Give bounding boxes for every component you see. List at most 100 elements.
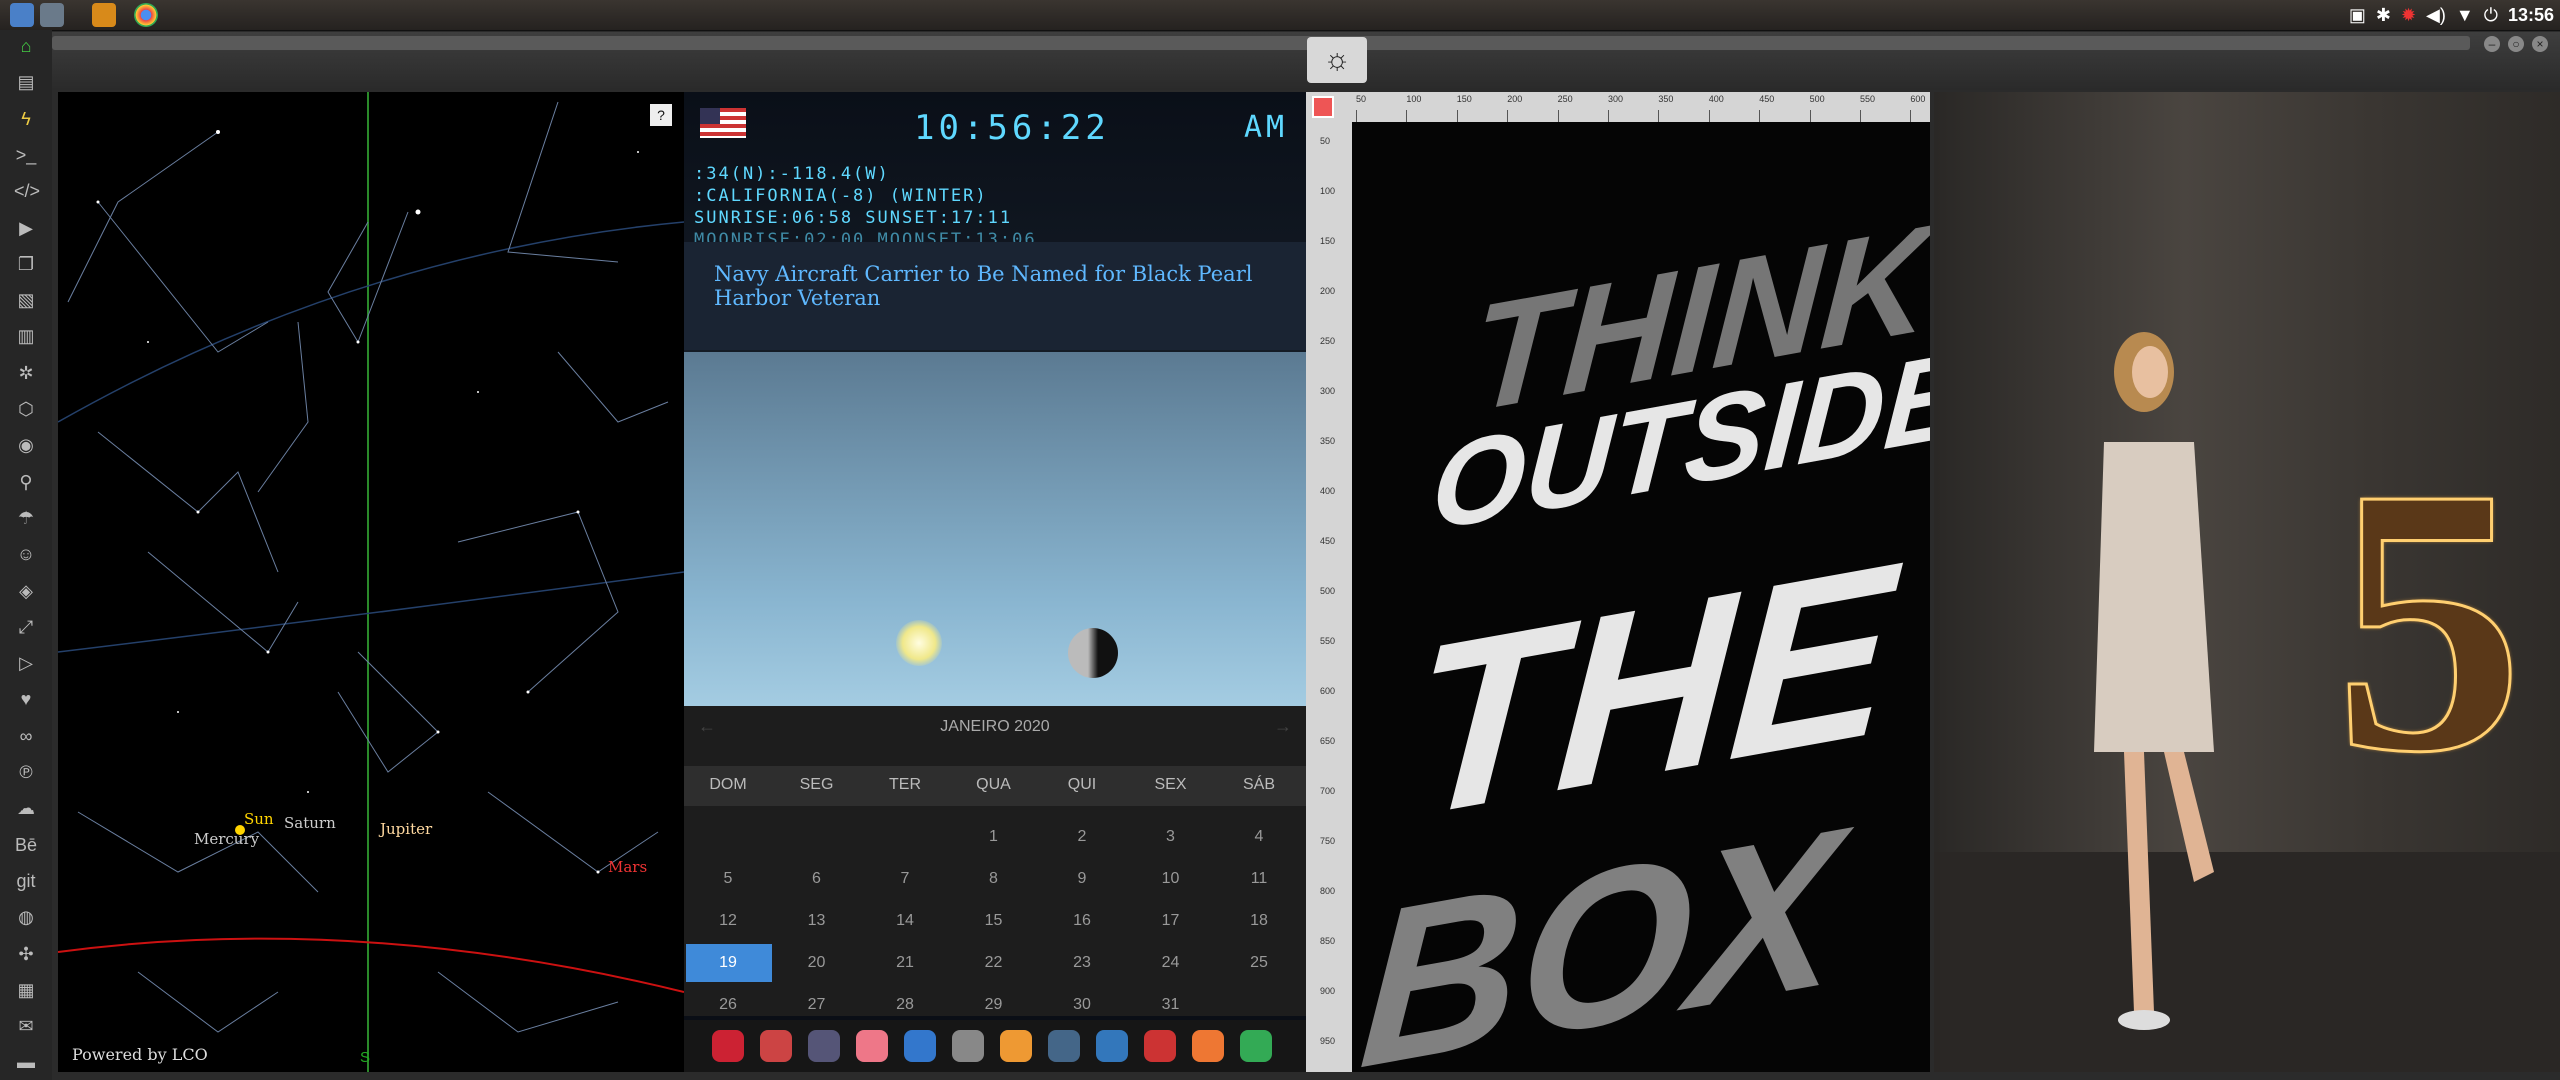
terminal-icon[interactable]: >_ (14, 143, 38, 167)
play-icon[interactable]: ▶ (14, 216, 38, 240)
screenshot-icon[interactable]: ▣ (2349, 5, 2366, 26)
calendar-day[interactable]: 5 (684, 870, 772, 888)
dock-app-icon[interactable] (856, 1030, 888, 1062)
dock-app-icon[interactable] (904, 1030, 936, 1062)
infinity-icon[interactable]: ∞ (14, 724, 38, 748)
git-icon[interactable]: git (14, 869, 38, 893)
calendar-day[interactable]: 25 (1215, 954, 1303, 972)
volume-icon[interactable]: ◀) (2426, 5, 2446, 26)
dock-app-icon[interactable] (1192, 1030, 1224, 1062)
calendar-day[interactable]: 27 (773, 996, 861, 1014)
calendar-day[interactable]: 17 (1127, 912, 1215, 930)
clock-label[interactable]: 13:56 (2508, 5, 2554, 26)
calendar-day[interactable]: 15 (950, 912, 1038, 930)
powered-by-label[interactable]: Powered by LCO (72, 1045, 208, 1064)
home-icon[interactable]: ⌂ (14, 34, 38, 58)
calendar-day[interactable]: 9 (1038, 870, 1126, 888)
calendar-day[interactable]: 7 (861, 870, 949, 888)
dock-app-icon[interactable] (1240, 1030, 1272, 1062)
umbrella-icon[interactable]: ☂ (14, 506, 38, 530)
calendar-next-button[interactable]: → (1274, 716, 1292, 737)
calendar-day[interactable]: 29 (950, 996, 1038, 1014)
calendar-day[interactable]: 1 (950, 828, 1038, 846)
window-icon[interactable] (40, 3, 64, 27)
calendar-day[interactable]: 3 (1127, 828, 1215, 846)
file-icon[interactable]: ▤ (14, 70, 38, 94)
dock-app-icon[interactable] (760, 1030, 792, 1062)
vertical-ruler[interactable]: 50 100 150 200 250 300 350 400 450 500 550 600 650 70… (1306, 92, 1352, 1072)
calendar-day[interactable]: 21 (861, 954, 949, 972)
copy-icon[interactable]: ❐ (14, 252, 38, 276)
dock-app-icon[interactable] (1144, 1030, 1176, 1062)
ruler-corner-icon[interactable] (1312, 96, 1334, 118)
calendar-day[interactable]: 12 (684, 912, 772, 930)
card-icon[interactable]: ▬ (14, 1050, 38, 1074)
calendar-day[interactable]: 30 (1038, 996, 1126, 1014)
code-icon[interactable]: </> (14, 179, 40, 203)
bug-icon[interactable]: ✹ (2401, 5, 2416, 26)
calendar-day[interactable]: 24 (1127, 954, 1215, 972)
calendar-day[interactable]: 6 (773, 870, 861, 888)
calendar-day[interactable]: 28 (861, 996, 949, 1014)
maximize-button[interactable]: ○ (2508, 36, 2524, 52)
dock-app-icon[interactable] (712, 1030, 744, 1062)
title-bar-strip[interactable] (52, 36, 2470, 50)
map-icon[interactable]: ▦ (14, 978, 38, 1002)
calendar-day[interactable]: 23 (1038, 954, 1126, 972)
contacts-icon[interactable]: ☺ (14, 542, 38, 566)
calendar-day[interactable]: 16 (1038, 912, 1126, 930)
news-icon[interactable]: ▥ (14, 324, 38, 348)
youtube-icon[interactable]: ▷ (14, 651, 38, 675)
dock-app-icon[interactable] (952, 1030, 984, 1062)
mail-icon[interactable]: ✉ (14, 1014, 38, 1038)
power-icon[interactable]: ⏻ (2484, 5, 2498, 26)
heart-icon[interactable]: ♥ (14, 687, 38, 711)
calendar-day[interactable]: 2 (1038, 828, 1126, 846)
b-icon[interactable]: Bē (14, 833, 38, 857)
minimize-button[interactable]: – (2484, 36, 2500, 52)
calendar-day[interactable]: 14 (861, 912, 949, 930)
news-headline[interactable]: Navy Aircraft Carrier to Be Named for Bl… (684, 242, 1306, 350)
dock-app-icon[interactable] (1000, 1030, 1032, 1062)
calendar-day[interactable]: 4 (1215, 828, 1303, 846)
ruler-tick-label: 850 (1320, 936, 1336, 946)
horizontal-ruler[interactable]: 50 100 150 200 250 300 350 400 450 500 550 600 (1352, 92, 1930, 122)
calendar-day[interactable]: 11 (1215, 870, 1303, 888)
calendar-day[interactable]: 13 (773, 912, 861, 930)
game-icon[interactable]: ◈ (14, 579, 38, 603)
calendar-day[interactable]: 8 (950, 870, 1038, 888)
files-icon[interactable] (10, 3, 34, 27)
cloud-icon[interactable]: ☁ (14, 796, 38, 820)
dock-app-icon[interactable] (1048, 1030, 1080, 1062)
hex-icon[interactable]: ⬡ (14, 397, 38, 421)
wifi-icon[interactable]: ▼ (2456, 5, 2474, 26)
aperture-icon[interactable]: ✲ (14, 361, 38, 385)
us-flag-icon[interactable] (700, 108, 746, 138)
dock-app-icon[interactable] (1096, 1030, 1128, 1062)
image-icon[interactable]: ▧ (14, 288, 38, 312)
search-icon[interactable]: ⚲ (14, 470, 38, 494)
github-icon[interactable]: ◍ (14, 905, 38, 929)
ruler-tick-label: 300 (1320, 386, 1336, 396)
sky-map-panel[interactable]: ? Sun Mercury Saturn Jupiter Mars Powere… (58, 92, 684, 1072)
calendar-day[interactable]: 20 (773, 954, 861, 972)
calendar-day[interactable]: 26 (684, 996, 772, 1014)
calendar-day[interactable]: 10 (1127, 870, 1215, 888)
help-button[interactable]: ? (650, 104, 672, 126)
calendar-day[interactable]: 18 (1215, 912, 1303, 930)
bolt-app-icon[interactable] (92, 3, 116, 27)
bluetooth-icon[interactable]: ✱ (2376, 5, 2391, 26)
community-icon[interactable]: ✣ (14, 942, 38, 966)
chrome-icon[interactable] (134, 3, 158, 27)
expand-icon[interactable]: ⤢ (14, 615, 38, 639)
close-button[interactable]: × (2532, 36, 2548, 52)
headline-text[interactable]: Navy Aircraft Carrier to Be Named for Bl… (714, 262, 1274, 310)
bolt-icon[interactable]: ϟ (14, 107, 38, 131)
calendar-day[interactable]: 22 (950, 954, 1038, 972)
calendar-day[interactable]: 31 (1127, 996, 1215, 1014)
marquee-five-numeral: 5 (2333, 409, 2526, 833)
dock-app-icon[interactable] (808, 1030, 840, 1062)
pinterest-icon[interactable]: ℗ (14, 760, 38, 784)
calendar-day[interactable]: 19 (684, 954, 772, 972)
globe-icon[interactable]: ◉ (14, 433, 38, 457)
